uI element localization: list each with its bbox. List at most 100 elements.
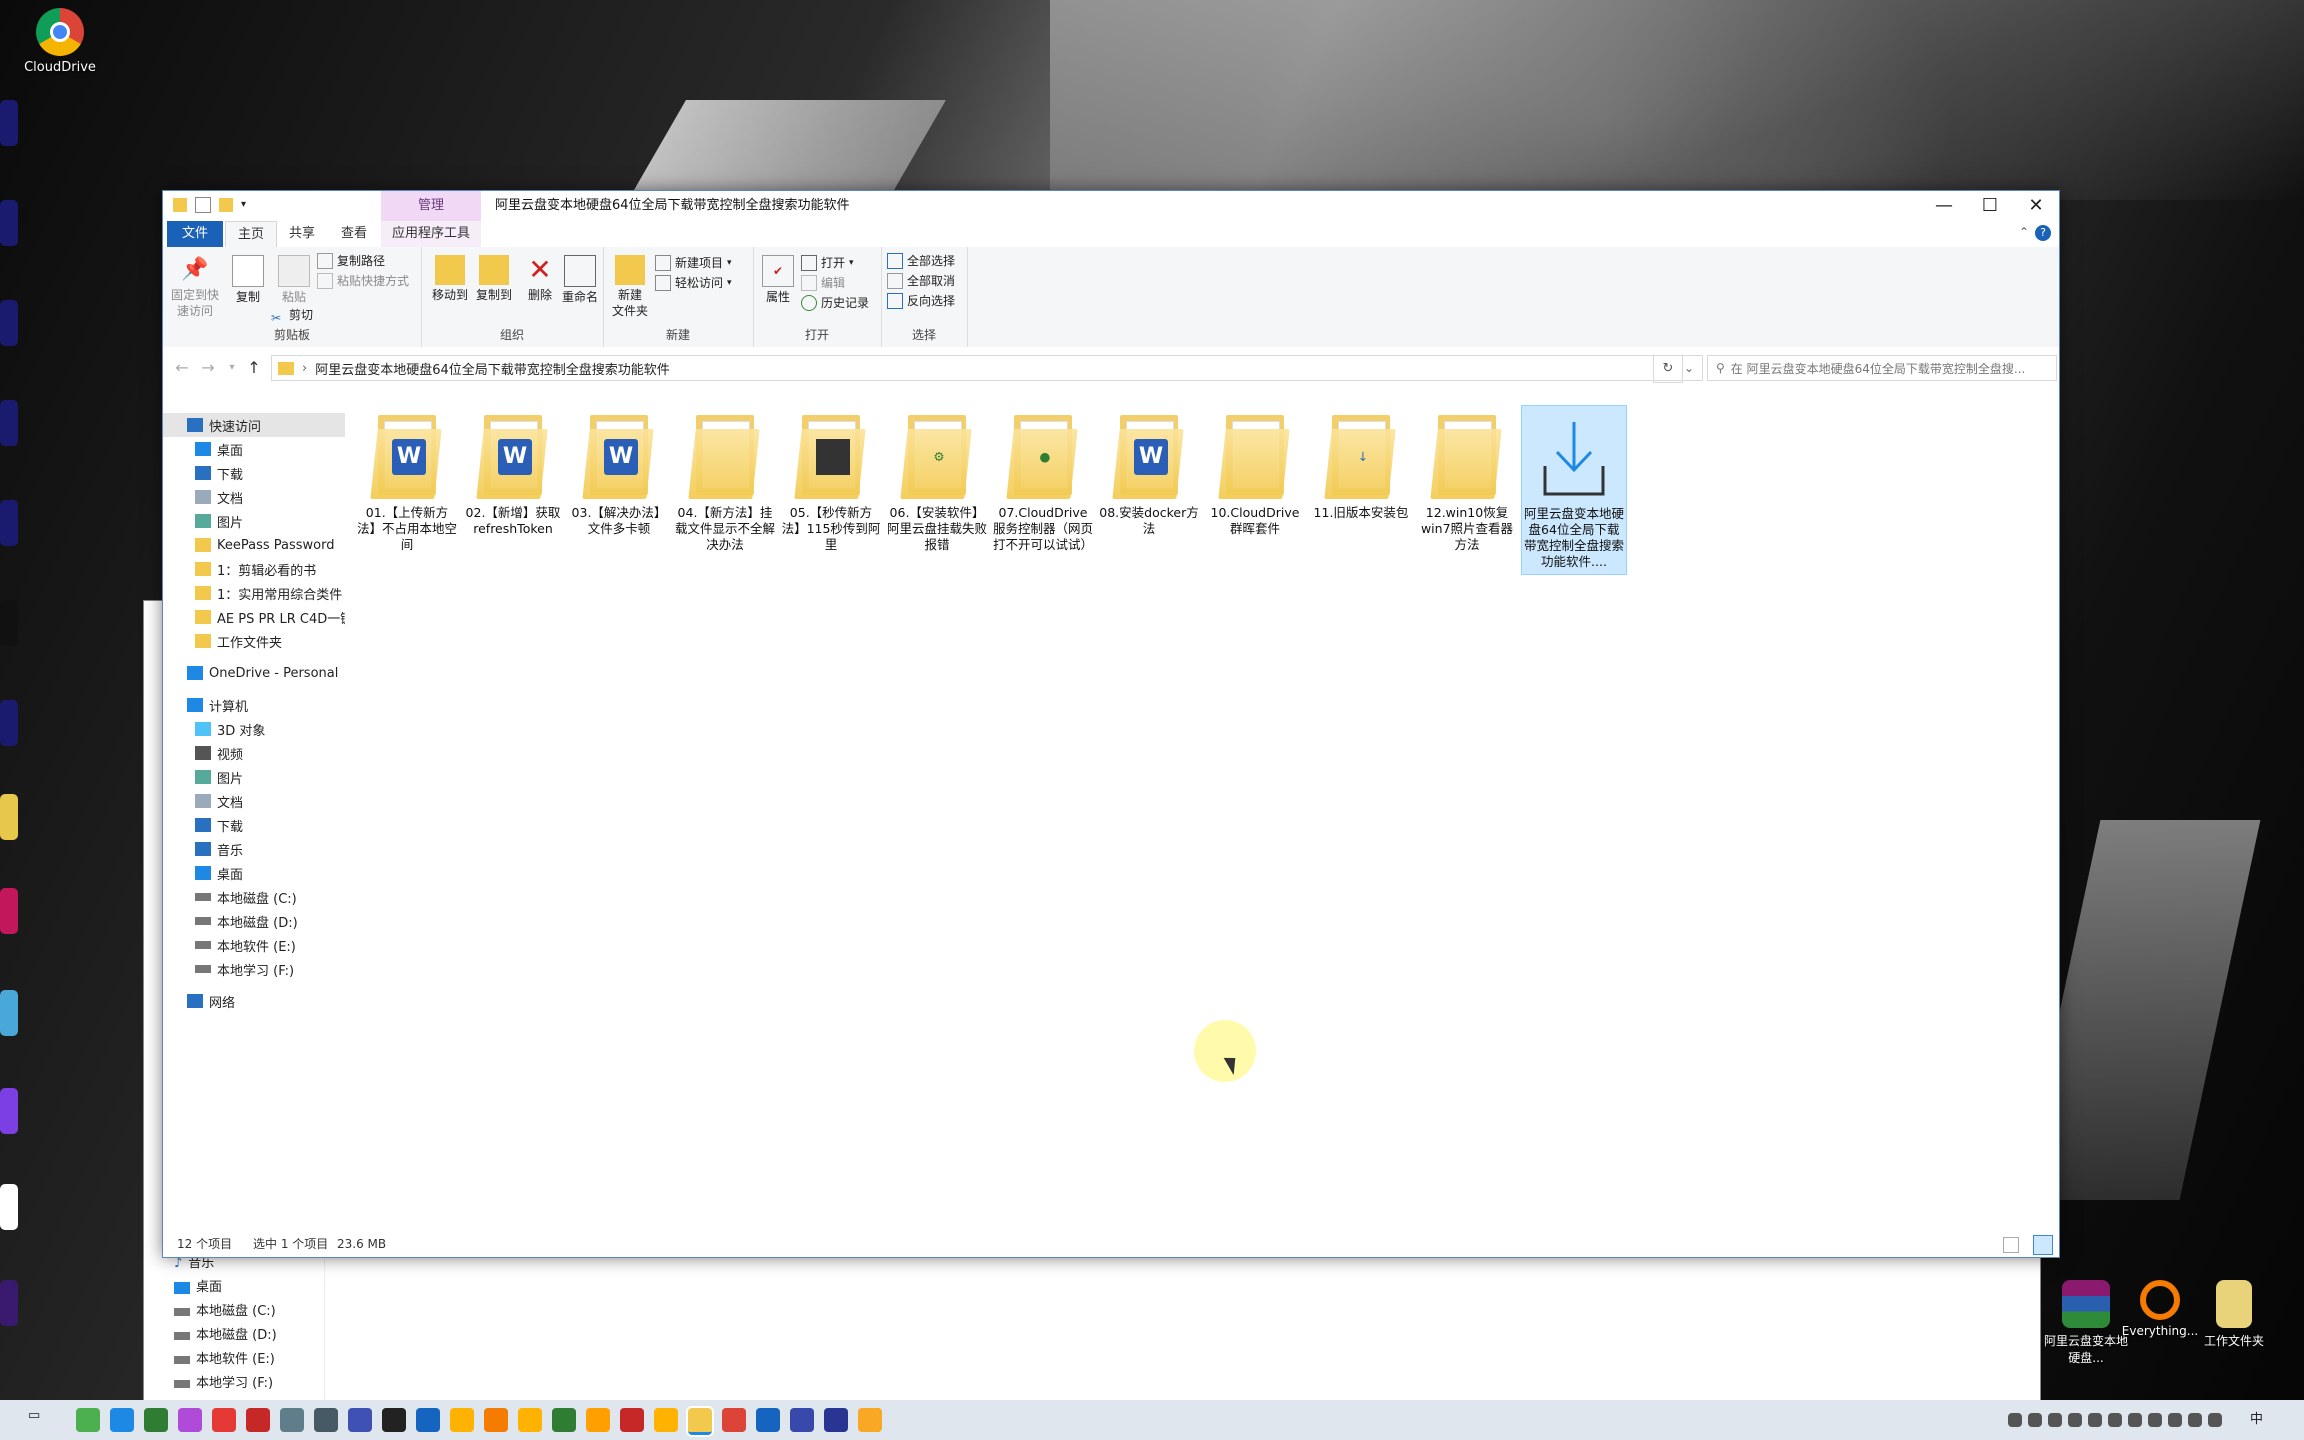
tray-app-icon[interactable] bbox=[2028, 1413, 2042, 1427]
tray-app-icon[interactable] bbox=[2128, 1413, 2142, 1427]
taskbar-app-icon[interactable] bbox=[348, 1408, 372, 1432]
desktop-app-icon[interactable] bbox=[0, 400, 18, 446]
file-item[interactable]: W 03.【解决办法】文件多卡顿 bbox=[567, 405, 671, 541]
nav-item[interactable]: 1：实用常用综合类件 bbox=[163, 581, 373, 605]
tray-app-icon[interactable] bbox=[2088, 1413, 2102, 1427]
properties-button[interactable]: ✔ 属性 bbox=[755, 255, 801, 305]
desktop-app-icon[interactable] bbox=[0, 990, 18, 1036]
nav-item-drive-d[interactable]: 本地磁盘 (D:) bbox=[174, 1325, 277, 1347]
back-button[interactable]: ← bbox=[171, 357, 193, 379]
recent-locations-button[interactable]: ▾ bbox=[221, 357, 243, 379]
taskbar-app-icon[interactable] bbox=[246, 1408, 270, 1432]
taskbar-app-icon[interactable] bbox=[552, 1408, 576, 1432]
nav-item[interactable]: 本地磁盘 (D:) bbox=[163, 909, 373, 933]
minimize-button[interactable]: — bbox=[1921, 191, 1967, 221]
open-button[interactable]: 打开 ▾ bbox=[801, 253, 854, 273]
copy-to-button[interactable]: 复制到 bbox=[471, 255, 517, 303]
tab-file[interactable]: 文件 bbox=[167, 221, 223, 247]
tray-app-icon[interactable] bbox=[2108, 1413, 2122, 1427]
refresh-button[interactable]: ↻ bbox=[1653, 355, 1683, 383]
forward-button[interactable]: → bbox=[197, 357, 219, 379]
file-item[interactable]: 04.【新方法】挂载文件显示不全解决办法 bbox=[673, 405, 777, 557]
title-bar[interactable]: ▾ 管理 阿里云盘变本地硬盘64位全局下载带宽控制全盘搜索功能软件 — ☐ ✕ bbox=[163, 191, 2059, 221]
nav-item[interactable]: OneDrive - Personal bbox=[163, 661, 365, 685]
taskbar-app-icon[interactable] bbox=[110, 1408, 134, 1432]
desktop-app-icon[interactable] bbox=[0, 1088, 18, 1134]
chevron-down-icon[interactable]: ▾ bbox=[241, 198, 255, 212]
nav-item[interactable]: 桌面 bbox=[163, 861, 373, 885]
taskbar-app-icon[interactable] bbox=[484, 1408, 508, 1432]
desktop-icon-work-folder[interactable]: 工作文件夹 bbox=[2188, 1280, 2280, 1349]
properties-icon[interactable] bbox=[195, 197, 211, 213]
chrome-taskbar-icon[interactable] bbox=[722, 1408, 746, 1432]
file-item[interactable]: ↓ 11.旧版本安装包 bbox=[1309, 405, 1413, 525]
nav-item-drive-c[interactable]: 本地磁盘 (C:) bbox=[174, 1301, 276, 1323]
desktop-app-icon[interactable] bbox=[0, 200, 18, 246]
nav-item-desktop[interactable]: 桌面 bbox=[174, 1277, 222, 1299]
nav-item[interactable]: 网络 bbox=[163, 989, 365, 1013]
input-method-indicator[interactable]: 中 bbox=[2250, 1400, 2263, 1440]
details-view-icon[interactable] bbox=[2003, 1237, 2019, 1253]
desktop-app-icon[interactable] bbox=[0, 600, 18, 646]
pin-quick-access-button[interactable]: 📌 固定到快 速访问 bbox=[167, 255, 223, 319]
easy-access-button[interactable]: 轻松访问 ▾ bbox=[655, 273, 732, 293]
file-item[interactable]: W 01.【上传新方法】不占用本地空间 bbox=[355, 405, 459, 557]
nav-item[interactable]: 快速访问 bbox=[163, 413, 365, 437]
taskbar-app-icon[interactable] bbox=[144, 1408, 168, 1432]
wifi-icon[interactable] bbox=[2208, 1413, 2222, 1427]
invert-selection-button[interactable]: 反向选择 bbox=[887, 291, 955, 311]
new-item-button[interactable]: 新建项目 ▾ bbox=[655, 253, 732, 273]
paste-shortcut-button[interactable]: 粘贴快捷方式 bbox=[317, 271, 409, 291]
nav-item[interactable]: KeePass Password📌 bbox=[163, 533, 373, 557]
tray-chevron-icon[interactable] bbox=[2008, 1413, 2022, 1427]
folder-icon[interactable] bbox=[173, 198, 187, 212]
tray-app-icon[interactable] bbox=[2148, 1413, 2162, 1427]
help-icon[interactable]: ? bbox=[2035, 225, 2051, 241]
nav-item[interactable]: 桌面📌 bbox=[163, 437, 373, 461]
file-item[interactable]: ⚙ 06.【安装软件】阿里云盘挂载失败报错 bbox=[885, 405, 989, 557]
large-icons-view-icon[interactable] bbox=[2033, 1235, 2053, 1255]
nav-item-drive-f[interactable]: 本地学习 (F:) bbox=[174, 1373, 273, 1395]
taskbar-app-icon[interactable] bbox=[654, 1408, 678, 1432]
file-item[interactable]: 05.【秒传新方法】115秒传到阿里 bbox=[779, 405, 883, 557]
desktop-app-icon[interactable] bbox=[0, 1280, 18, 1326]
nav-item[interactable]: 3D 对象 bbox=[163, 717, 373, 741]
nav-item-drive-e[interactable]: 本地软件 (E:) bbox=[174, 1349, 275, 1371]
nav-item[interactable]: 本地学习 (F:) bbox=[163, 957, 373, 981]
desktop-app-icon[interactable] bbox=[0, 1184, 18, 1230]
file-item[interactable]: 12.win10恢复win7照片查看器方法 bbox=[1415, 405, 1519, 557]
new-folder-icon[interactable] bbox=[219, 198, 233, 212]
taskbar-app-icon[interactable] bbox=[586, 1408, 610, 1432]
nav-item[interactable]: 音乐 bbox=[163, 837, 373, 861]
breadcrumb[interactable]: 阿里云盘变本地硬盘64位全局下载带宽控制全盘搜索功能软件 bbox=[315, 359, 670, 378]
nav-item[interactable]: 图片📌 bbox=[163, 509, 373, 533]
tab-app-tools[interactable]: 应用程序工具 bbox=[381, 221, 481, 247]
tab-view[interactable]: 查看 bbox=[329, 221, 379, 247]
taskbar-app-icon[interactable] bbox=[450, 1408, 474, 1432]
taskbar-app-icon[interactable] bbox=[212, 1408, 236, 1432]
new-folder-button[interactable]: 新建 文件夹 bbox=[607, 255, 653, 319]
select-all-button[interactable]: 全部选择 bbox=[887, 251, 955, 271]
chevron-down-icon[interactable]: ⌄ bbox=[1684, 356, 1694, 380]
paste-button[interactable]: 粘贴 bbox=[271, 255, 317, 305]
tray-app-icon[interactable] bbox=[2048, 1413, 2062, 1427]
nav-item[interactable]: 计算机 bbox=[163, 693, 365, 717]
file-item[interactable]: 10.CloudDrive群晖套件 bbox=[1203, 405, 1307, 541]
nav-item[interactable]: 本地磁盘 (C:) bbox=[163, 885, 373, 909]
collapse-ribbon-icon[interactable]: ⌃ bbox=[2019, 225, 2029, 239]
taskbar-app-icon[interactable] bbox=[178, 1408, 202, 1432]
desktop-app-icon[interactable] bbox=[0, 700, 18, 746]
taskbar-app-icon[interactable] bbox=[756, 1408, 780, 1432]
search-input[interactable]: ⚲ 在 阿里云盘变本地硬盘64位全局下载带宽控制全盘搜... bbox=[1707, 355, 2057, 381]
file-item[interactable]: 阿里云盘变本地硬盘64位全局下载带宽控制全盘搜索功能软件.... bbox=[1521, 405, 1627, 575]
taskbar-app-icon[interactable] bbox=[518, 1408, 542, 1432]
up-button[interactable]: ↑ bbox=[243, 357, 265, 379]
microphone-icon[interactable] bbox=[2168, 1413, 2182, 1427]
explorer-window[interactable]: ▾ 管理 阿里云盘变本地硬盘64位全局下载带宽控制全盘搜索功能软件 — ☐ ✕ … bbox=[162, 190, 2060, 1258]
address-field[interactable]: › 阿里云盘变本地硬盘64位全局下载带宽控制全盘搜索功能软件 ⌄ bbox=[271, 355, 1703, 381]
move-to-button[interactable]: 移动到 bbox=[427, 255, 473, 303]
nav-item[interactable]: 1：剪辑必看的书 bbox=[163, 557, 373, 581]
manage-context-tab[interactable]: 管理 bbox=[381, 191, 481, 221]
taskbar-app-icon[interactable] bbox=[382, 1408, 406, 1432]
tab-share[interactable]: 共享 bbox=[277, 221, 327, 247]
